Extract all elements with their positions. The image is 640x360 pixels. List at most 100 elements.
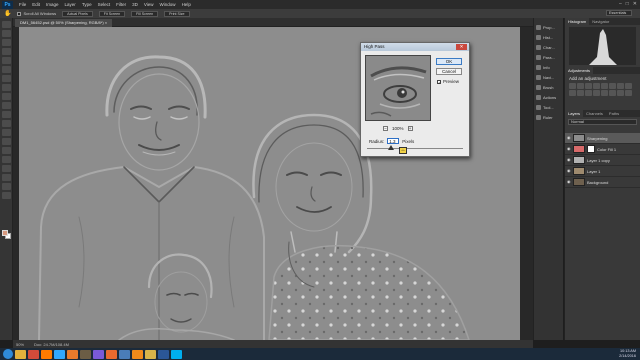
photoshop-icon[interactable] [54, 349, 65, 359]
levels-icon[interactable] [577, 83, 584, 89]
channel-mixer-icon[interactable] [577, 90, 584, 96]
pen-tool-icon[interactable] [2, 147, 11, 154]
gradient-map-icon[interactable] [617, 90, 624, 96]
document-tab[interactable]: DM1_56452.psd @ 50% (Sharpening, RGB/8*)… [15, 19, 113, 27]
bridge-icon[interactable] [80, 349, 91, 359]
history-brush-tool-icon[interactable] [2, 102, 11, 109]
type-tool-icon[interactable] [2, 156, 11, 163]
menu-layer[interactable]: Layer [65, 2, 76, 7]
invert-icon[interactable] [593, 90, 600, 96]
color-balance-icon[interactable] [617, 83, 624, 89]
zoom-tool-icon[interactable] [2, 192, 11, 199]
menu-help[interactable]: Help [182, 2, 191, 7]
visibility-eye-icon[interactable]: ◉ [567, 147, 571, 151]
clock[interactable]: 10:13 AM 2/14/2016 [619, 349, 636, 359]
brightness-icon[interactable] [569, 83, 576, 89]
zoom-in-button[interactable]: + [407, 126, 413, 131]
media-icon[interactable] [67, 349, 78, 359]
radius-slider[interactable] [367, 148, 463, 149]
actual-pixels-button[interactable]: Actual Pixels [62, 10, 93, 17]
brush-tool-icon[interactable] [2, 84, 11, 91]
menu-file[interactable]: File [19, 2, 26, 7]
curves-icon[interactable] [585, 83, 592, 89]
black-white-icon[interactable] [625, 83, 632, 89]
preview-option[interactable]: ✓ Preview [437, 79, 459, 84]
scroll-all-windows-option[interactable]: Scroll All Windows [17, 11, 56, 16]
lasso-tool-icon[interactable] [2, 39, 11, 46]
zoom-out-button[interactable]: − [383, 126, 388, 131]
radius-slider-thumb[interactable] [388, 145, 394, 150]
strip-item-tool-presets[interactable]: Tool... [534, 102, 563, 112]
tab-layers[interactable]: Layers [565, 110, 584, 117]
skype-icon[interactable] [171, 349, 182, 359]
zoom-level[interactable]: 50% [16, 342, 24, 347]
strip-item-brush[interactable]: Brush [534, 82, 563, 92]
blend-mode-select[interactable]: Normal [568, 119, 637, 125]
color-lookup-icon[interactable] [585, 90, 592, 96]
strip-item-properties[interactable]: Prop... [534, 22, 563, 32]
lightroom-icon[interactable] [119, 349, 130, 359]
menu-image[interactable]: Image [46, 2, 59, 7]
illustrator-icon[interactable] [41, 349, 52, 359]
dialog-close-button[interactable]: ✕ [456, 44, 467, 50]
strip-item-actions[interactable]: Actions [534, 92, 563, 102]
visibility-eye-icon[interactable]: ◉ [567, 158, 571, 162]
layer-row[interactable]: ◉ Layer 1 [565, 166, 640, 177]
tab-paths[interactable]: Paths [606, 110, 622, 117]
visibility-eye-icon[interactable]: ◉ [567, 136, 571, 140]
move-tool-icon[interactable] [2, 21, 11, 28]
minimize-button[interactable]: – [619, 1, 622, 7]
gradient-tool-icon[interactable] [2, 120, 11, 127]
visibility-eye-icon[interactable]: ◉ [567, 180, 571, 184]
menu-view[interactable]: View [144, 2, 154, 7]
strip-item-character[interactable]: Char... [534, 42, 563, 52]
hue-saturation-icon[interactable] [609, 83, 616, 89]
vibrance-icon[interactable] [601, 83, 608, 89]
strip-item-history[interactable]: Hist... [534, 32, 563, 42]
eyedropper-tool-icon[interactable] [2, 66, 11, 73]
folder-icon[interactable] [145, 349, 156, 359]
tab-histogram[interactable]: Histogram [565, 18, 590, 25]
crop-tool-icon[interactable] [2, 57, 11, 64]
fit-screen-button[interactable]: Fit Screen [98, 10, 126, 17]
strip-item-info[interactable]: Info [534, 62, 563, 72]
strip-item-paragraph[interactable]: Para... [534, 52, 563, 62]
menu-select[interactable]: Select [98, 2, 111, 7]
menu-window[interactable]: Window [160, 2, 176, 7]
layer-row[interactable]: ◉ Sharpening [565, 133, 640, 144]
strip-item-navigator[interactable]: Navi... [534, 72, 563, 82]
preview-checkbox[interactable]: ✓ [437, 79, 441, 84]
exposure-icon[interactable] [593, 83, 600, 89]
menu-type[interactable]: Type [82, 2, 92, 7]
strip-item-ruler[interactable]: Ruler [534, 112, 563, 122]
fill-screen-button[interactable]: Fill Screen [131, 10, 159, 17]
filter-preview[interactable] [365, 55, 431, 121]
maximize-button[interactable]: □ [626, 1, 629, 7]
chrome-icon[interactable] [28, 349, 39, 359]
selective-color-icon[interactable] [625, 90, 632, 96]
visibility-eye-icon[interactable]: ◉ [567, 169, 571, 173]
layer-row[interactable]: ◉ Layer 1 copy [565, 155, 640, 166]
premiere-icon[interactable] [93, 349, 104, 359]
workspace-select[interactable]: Essentials [606, 10, 632, 16]
menu-filter[interactable]: Filter [116, 2, 126, 7]
explorer-icon[interactable] [15, 349, 26, 359]
scroll-all-checkbox[interactable] [17, 11, 22, 16]
vlc-icon[interactable] [132, 349, 143, 359]
foreground-color-swatch[interactable] [2, 230, 8, 236]
path-select-tool-icon[interactable] [2, 165, 11, 172]
threshold-icon[interactable] [609, 90, 616, 96]
posterize-icon[interactable] [601, 90, 608, 96]
close-window-button[interactable]: ✕ [633, 1, 637, 7]
tab-channels[interactable]: Channels [583, 110, 606, 117]
healing-tool-icon[interactable] [2, 75, 11, 82]
shape-tool-icon[interactable] [2, 174, 11, 181]
tab-adjustments[interactable]: Adjustments [565, 67, 594, 74]
start-button[interactable] [3, 349, 13, 359]
menu-edit[interactable]: Edit [32, 2, 40, 7]
photo-filter-icon[interactable] [569, 90, 576, 96]
blur-tool-icon[interactable] [2, 129, 11, 136]
layer-row[interactable]: ◉ Background [565, 177, 640, 188]
print-size-button[interactable]: Print Size [164, 10, 190, 17]
tab-navigator[interactable]: Navigator [589, 18, 612, 25]
